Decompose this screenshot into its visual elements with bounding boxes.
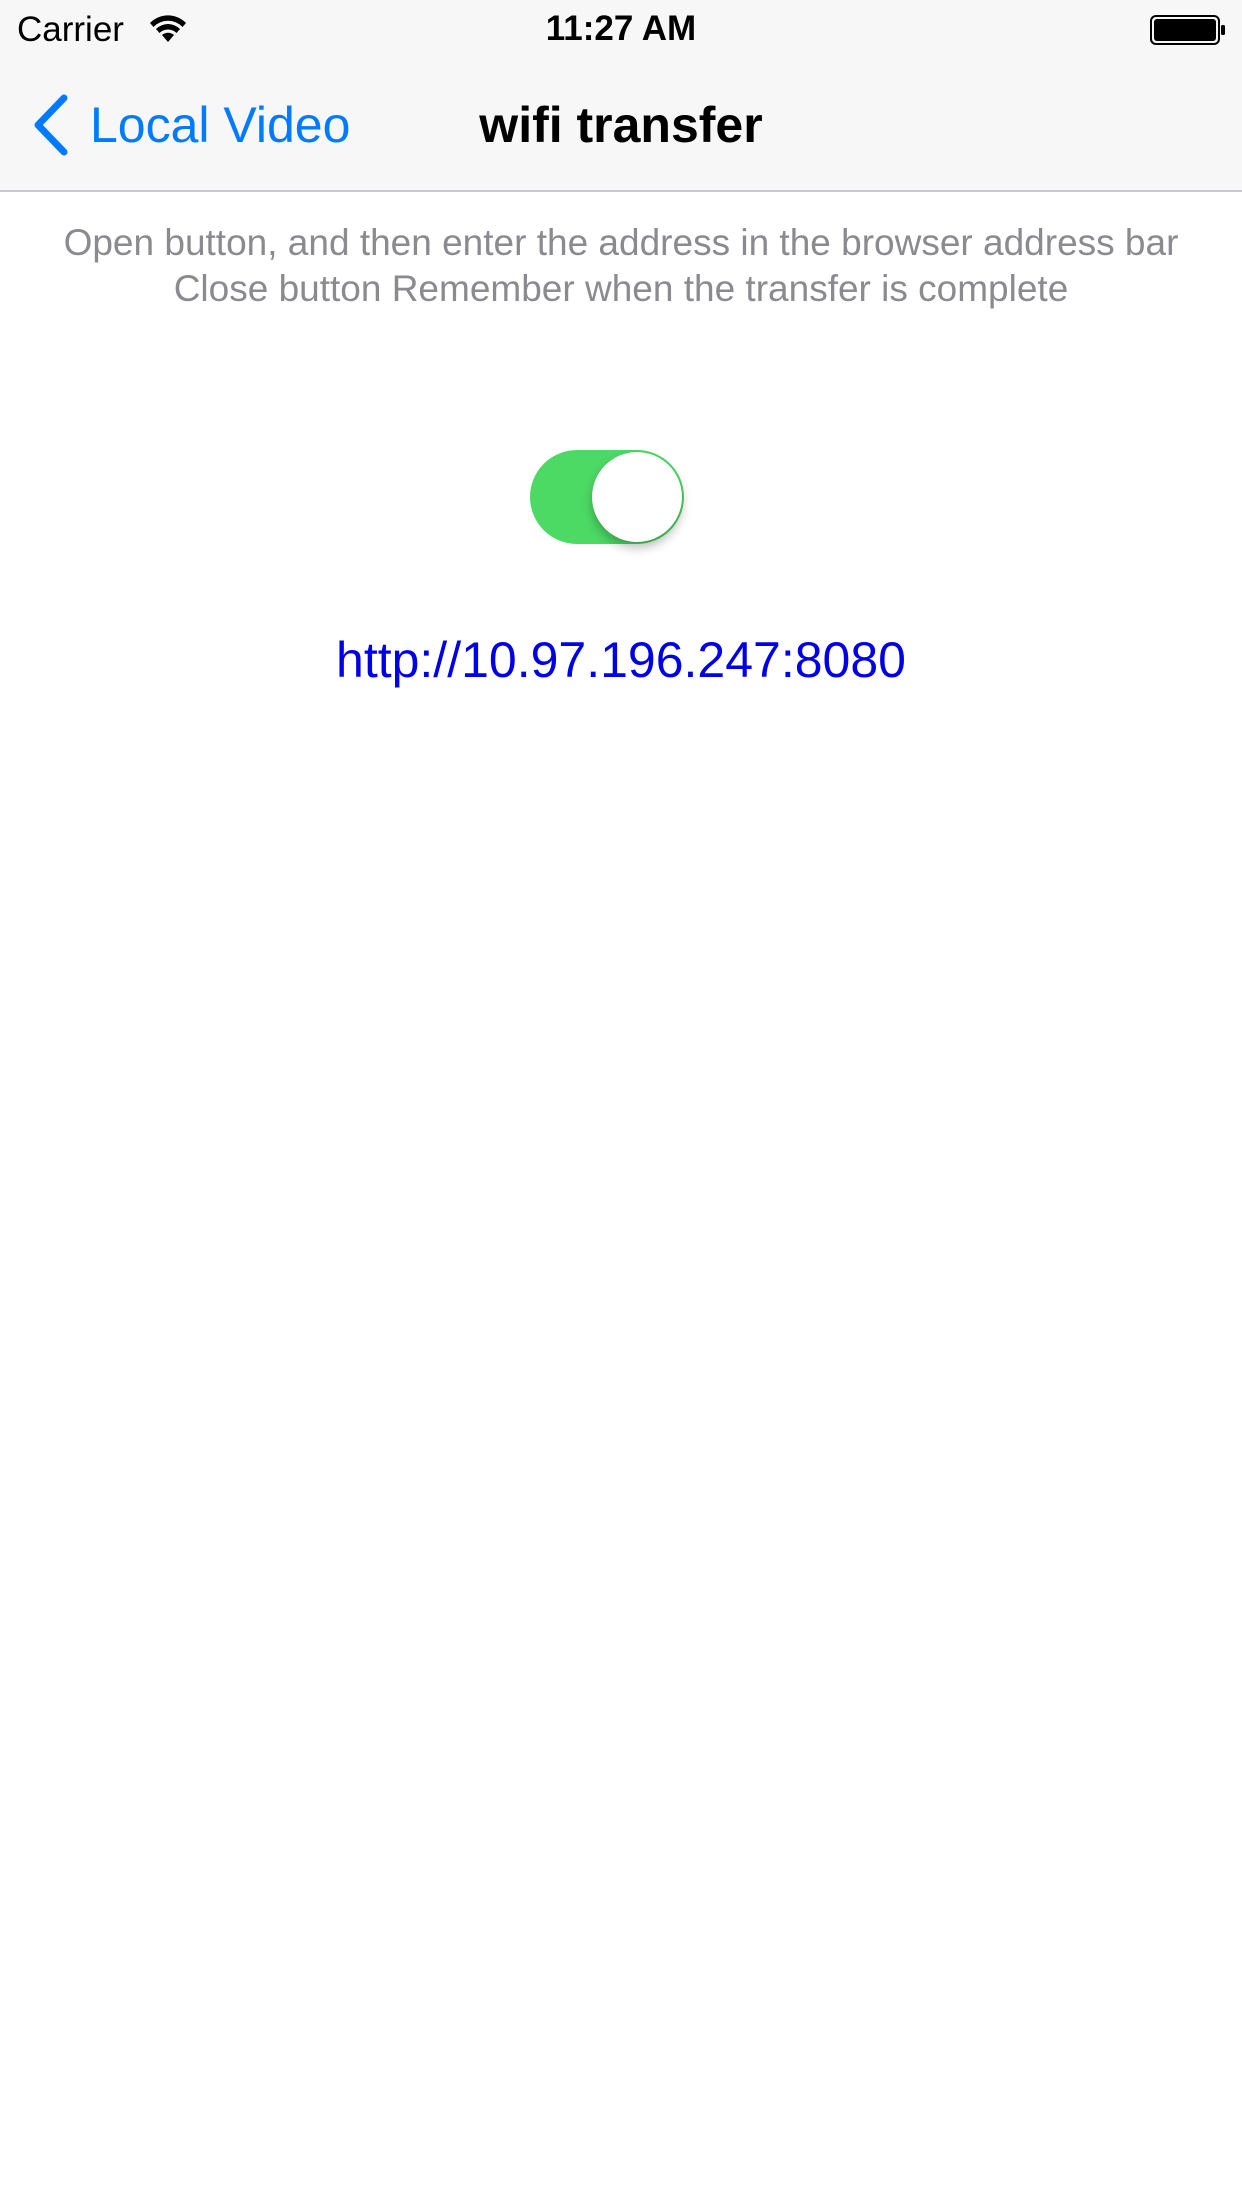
- top-bars: Carrier 11:27 AM Local Video wifi transf…: [0, 0, 1242, 192]
- status-time: 11:27 AM: [545, 9, 697, 48]
- page-title: wifi transfer: [479, 97, 763, 153]
- toggle-knob: [592, 452, 682, 542]
- navigation-bar: Local Video wifi transfer: [0, 60, 1242, 192]
- wifi-transfer-toggle[interactable]: [530, 450, 684, 544]
- wifi-transfer-screen: Carrier 11:27 AM Local Video wifi transf…: [0, 0, 1242, 2208]
- instruction-line-2: Close button Remember when the transfer …: [173, 268, 1069, 309]
- battery-full-icon: [1150, 15, 1225, 45]
- status-bar: Carrier 11:27 AM: [0, 0, 1242, 60]
- server-url-link[interactable]: http://10.97.196.247:8080: [0, 630, 1242, 690]
- instructions-text: Open button, and then enter the address …: [0, 220, 1242, 312]
- instruction-line-1: Open button, and then enter the address …: [63, 222, 1179, 263]
